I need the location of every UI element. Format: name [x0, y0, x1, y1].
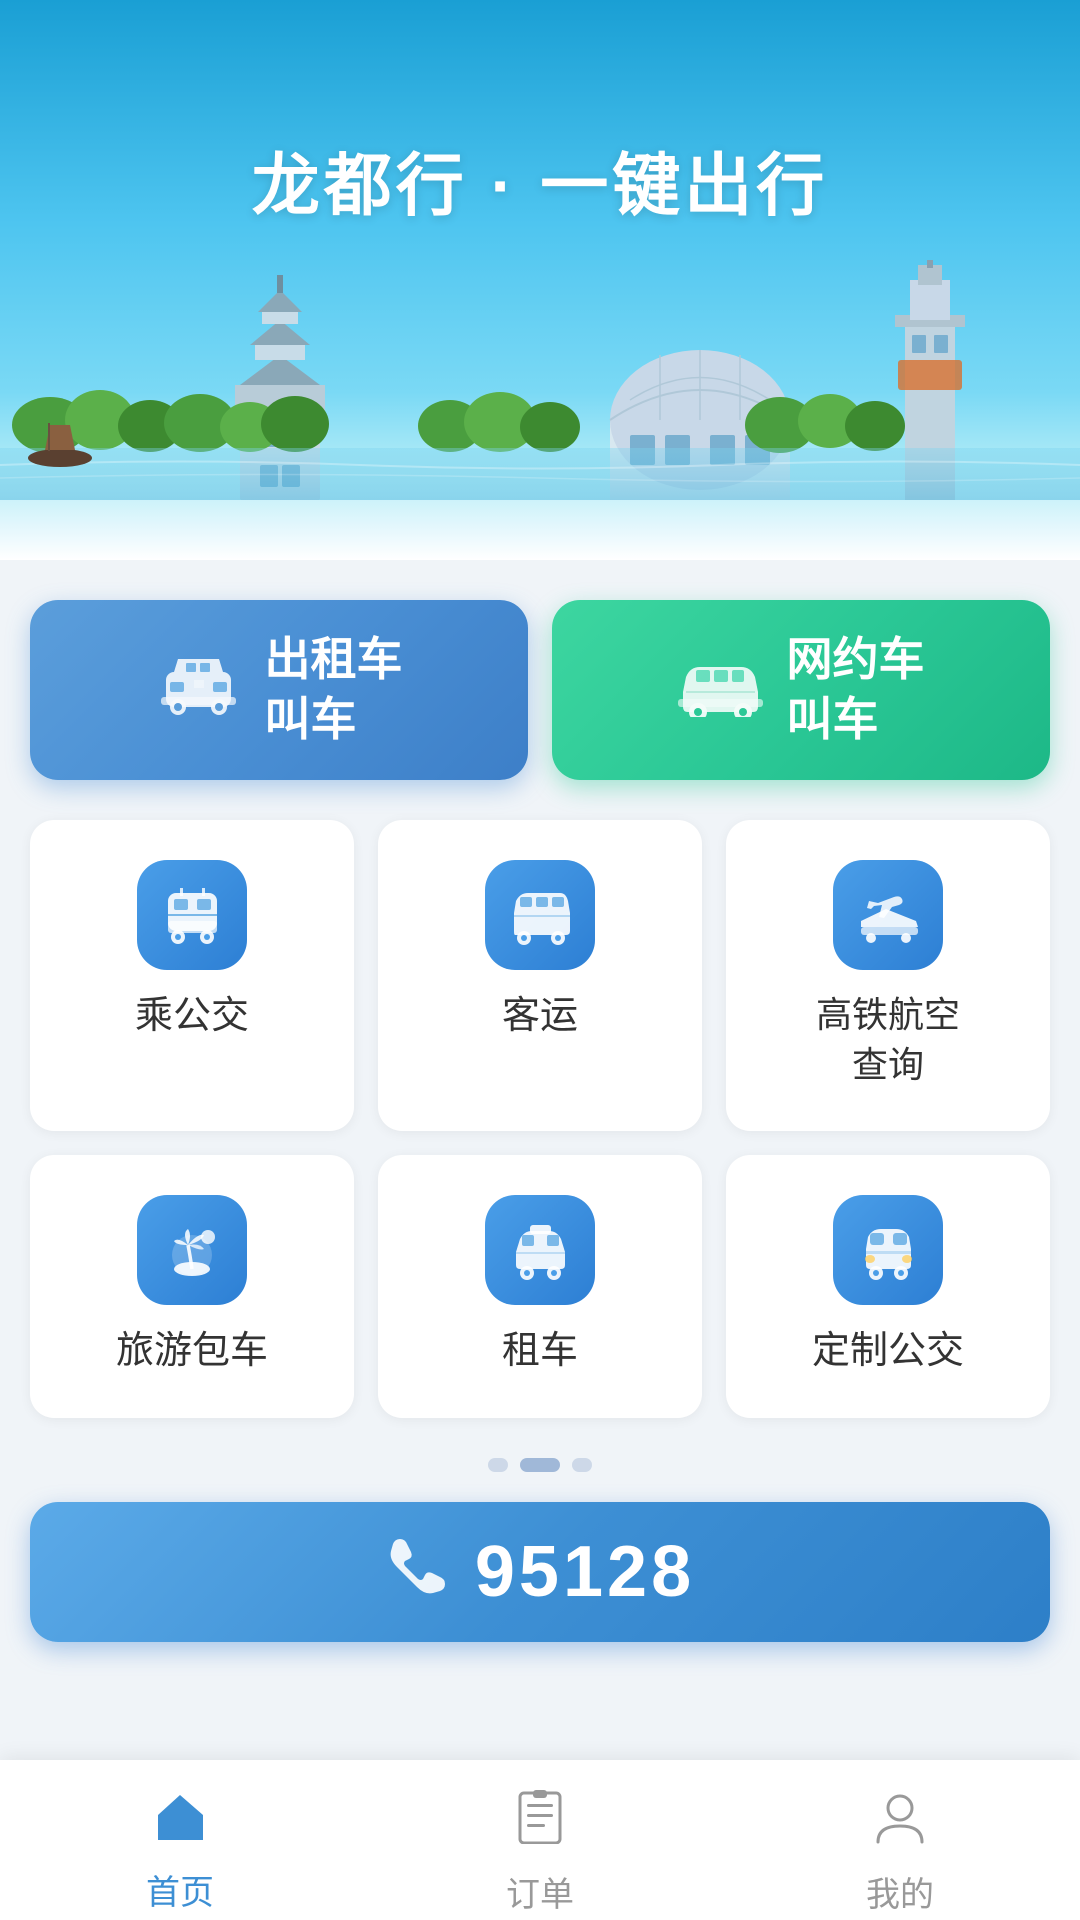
main-action-buttons: 出租车 叫车 网约车 [30, 600, 1050, 780]
rideshare-icon [678, 644, 763, 736]
nav-profile[interactable]: 我的 [720, 1780, 1080, 1916]
home-label: 首页 [146, 1865, 214, 1914]
orders-icon [515, 1790, 565, 1857]
custom-icon-wrap [833, 1195, 943, 1305]
rideshare-button[interactable]: 网约车 叫车 [552, 600, 1050, 780]
main-content: 出租车 叫车 网约车 [0, 560, 1080, 1822]
hotline-button[interactable]: 95128 [30, 1502, 1050, 1642]
nav-home[interactable]: 首页 [0, 1780, 360, 1914]
rental-label: 租车 [502, 1325, 578, 1378]
bus-icon-wrap [137, 860, 247, 970]
pagination-dots [30, 1458, 1050, 1472]
taxi-icon [156, 644, 241, 736]
hotline-icon [385, 1529, 455, 1614]
coach-label: 客运 [502, 990, 578, 1043]
coach-icon-wrap [485, 860, 595, 970]
profile-icon [875, 1790, 925, 1857]
taxi-button[interactable]: 出租车 叫车 [30, 600, 528, 780]
service-card-rental[interactable]: 租车 [378, 1155, 702, 1418]
hotline-number: 95128 [475, 1531, 695, 1613]
service-card-highspeed[interactable]: 高铁航空 查询 [726, 820, 1050, 1131]
taxi-label: 出租车 叫车 [265, 630, 403, 750]
bus-label: 乘公交 [135, 990, 249, 1043]
nav-orders[interactable]: 订单 [360, 1780, 720, 1916]
home-icon [153, 1790, 208, 1855]
dot-3 [572, 1458, 592, 1472]
dot-1 [488, 1458, 508, 1472]
hero-banner: 龙都行 · 一键出行 [0, 0, 1080, 560]
tour-label: 旅游包车 [116, 1325, 268, 1378]
hero-tagline: 龙都行 · 一键出行 [0, 130, 1080, 229]
profile-label: 我的 [866, 1867, 934, 1916]
cityscape-illustration [0, 230, 1080, 500]
rideshare-label: 网约车 叫车 [787, 630, 925, 750]
rental-icon-wrap [485, 1195, 595, 1305]
dot-2 [520, 1458, 560, 1472]
service-card-tour[interactable]: 旅游包车 [30, 1155, 354, 1418]
custom-label: 定制公交 [812, 1325, 964, 1378]
service-grid: 乘公交 客运 [30, 820, 1050, 1418]
highspeed-icon-wrap [833, 860, 943, 970]
bottom-nav: 首页 订单 我的 [0, 1760, 1080, 1920]
service-card-bus[interactable]: 乘公交 [30, 820, 354, 1131]
service-card-custom[interactable]: 定制公交 [726, 1155, 1050, 1418]
orders-label: 订单 [506, 1867, 574, 1916]
tour-icon-wrap [137, 1195, 247, 1305]
highspeed-label: 高铁航空 查询 [816, 990, 960, 1091]
service-card-coach[interactable]: 客运 [378, 820, 702, 1131]
